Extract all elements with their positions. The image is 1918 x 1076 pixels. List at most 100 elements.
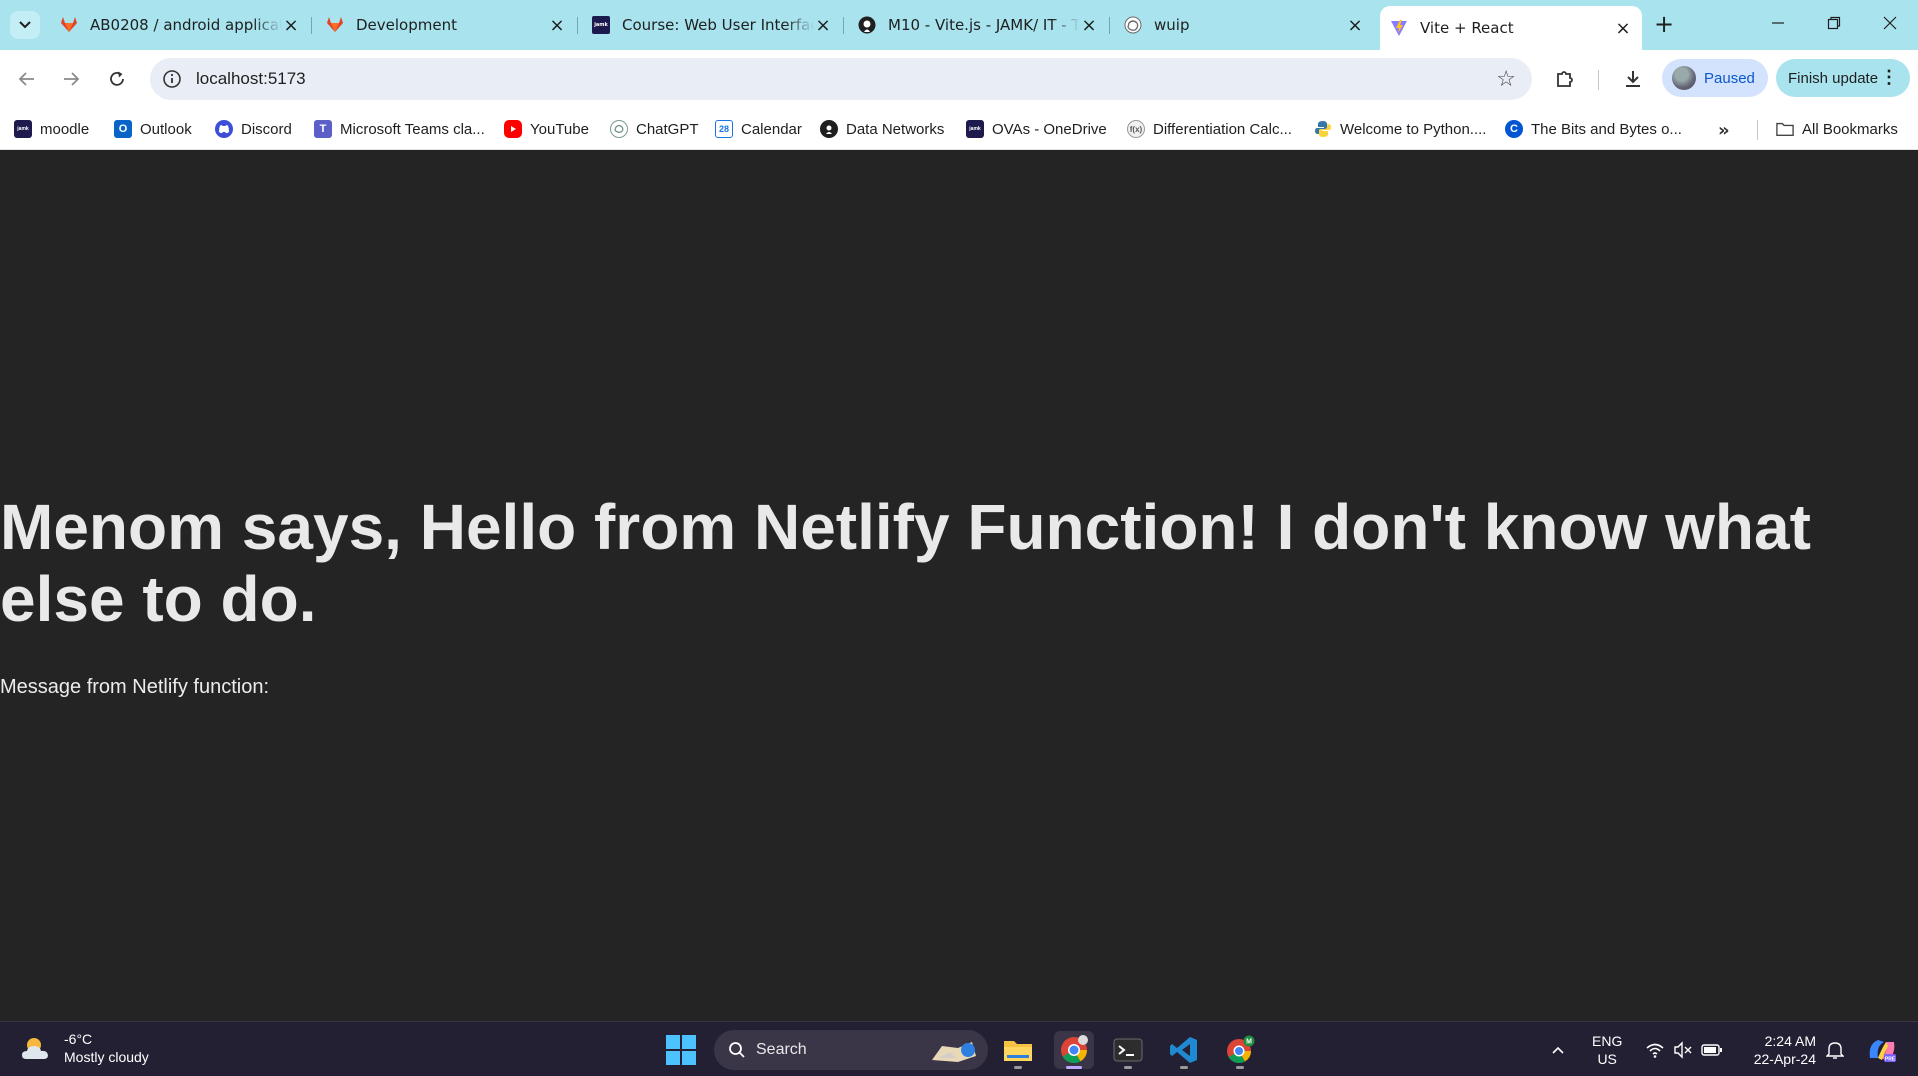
back-button[interactable]: [12, 64, 42, 94]
bookmark-label: Discord: [241, 120, 292, 138]
bookmark-label: Data Networks: [846, 120, 945, 138]
search-icon: [729, 1042, 745, 1058]
running-indicator: [1066, 1066, 1082, 1069]
taskbar-search[interactable]: Search: [714, 1030, 988, 1070]
new-tab-button[interactable]: +: [1650, 12, 1678, 38]
bookmark-star-icon[interactable]: ☆: [1496, 67, 1516, 92]
bookmark-python[interactable]: Welcome to Python....: [1314, 116, 1486, 142]
vscode-icon: [1170, 1037, 1197, 1063]
gitlab-icon: [326, 16, 344, 34]
weather-widget[interactable]: -6°C Mostly cloudy: [20, 1030, 149, 1066]
bookmark-data-networks[interactable]: Data Networks: [820, 116, 944, 142]
tab-vitejs-github[interactable]: M10 - Vite.js - JAMK/ IT - T ×: [848, 8, 1108, 42]
close-icon: [1883, 16, 1897, 30]
profile-button[interactable]: Paused: [1662, 59, 1768, 97]
bookmark-outlook[interactable]: O Outlook: [114, 116, 192, 142]
windows-taskbar: -6°C Mostly cloudy Search M ENG US 2:24 …: [0, 1021, 1918, 1076]
close-window-button[interactable]: [1870, 10, 1910, 38]
all-bookmarks-button[interactable]: All Bookmarks: [1776, 116, 1898, 142]
downloads-button[interactable]: [1618, 64, 1648, 94]
site-info-icon[interactable]: [162, 69, 182, 89]
close-icon[interactable]: ×: [1080, 15, 1098, 36]
teams-icon: T: [314, 120, 332, 138]
close-icon[interactable]: ×: [282, 15, 300, 36]
taskbar-chrome[interactable]: [1054, 1031, 1094, 1069]
show-hidden-icons-button[interactable]: [1550, 1022, 1566, 1076]
more-bookmarks-chevron-icon[interactable]: »: [1718, 120, 1730, 141]
all-bookmarks-label: All Bookmarks: [1802, 120, 1898, 138]
tab-gitlab-development[interactable]: Development ×: [316, 8, 576, 42]
taskbar-terminal[interactable]: [1108, 1031, 1148, 1069]
jamk-icon: jamk: [966, 120, 984, 138]
tab-strip: AB0208 / android applicati × Development…: [0, 0, 1918, 50]
bookmark-ovas-onedrive[interactable]: jamk OVAs - OneDrive: [966, 116, 1107, 142]
bookmark-differentiation-calc[interactable]: f(x) Differentiation Calc...: [1127, 116, 1292, 142]
arrow-left-icon: [18, 72, 34, 86]
discord-icon: [215, 120, 233, 138]
tab-gitlab-android[interactable]: AB0208 / android applicati ×: [50, 8, 310, 42]
restore-button[interactable]: [1814, 10, 1854, 38]
bookmark-label: Welcome to Python....: [1340, 120, 1487, 138]
tab-course-web-ui[interactable]: jamk Course: Web User Interface ×: [582, 8, 842, 42]
close-icon[interactable]: ×: [548, 15, 566, 36]
notifications-button[interactable]: [1826, 1022, 1844, 1076]
menu-kebab-icon[interactable]: ⋮: [1880, 67, 1898, 88]
address-bar[interactable]: localhost:5173 ☆: [150, 58, 1532, 100]
restore-icon: [1827, 16, 1841, 30]
bookmark-discord[interactable]: Discord: [215, 116, 292, 142]
tab-separator: [311, 17, 312, 34]
taskbar-file-explorer[interactable]: [998, 1031, 1038, 1069]
reload-icon: [110, 71, 124, 86]
bookmark-moodle[interactable]: jamk moodle: [14, 116, 89, 142]
copilot-button[interactable]: PRE: [1866, 1022, 1898, 1076]
tab-title: wuip: [1154, 16, 1190, 34]
tab-separator: [577, 17, 578, 34]
tab-vite-react[interactable]: Vite + React ×: [1380, 6, 1642, 50]
chatgpt-icon: [610, 120, 628, 138]
bookmark-teams[interactable]: T Microsoft Teams cla...: [314, 116, 485, 142]
bookmark-calendar[interactable]: 28 Calendar: [715, 116, 802, 142]
page-heading: Menom says, Hello from Netlify Function!…: [0, 491, 1811, 635]
calendar-icon: 28: [715, 120, 733, 138]
close-icon[interactable]: ×: [1614, 18, 1632, 39]
finish-update-button[interactable]: Finish update ⋮: [1776, 59, 1910, 97]
search-highlight-art-icon: [932, 1042, 976, 1062]
volume-muted-icon: [1674, 1040, 1692, 1059]
taskbar-chrome-profile[interactable]: M: [1220, 1031, 1260, 1069]
weather-condition: Mostly cloudy: [64, 1049, 149, 1065]
browser-toolbar: localhost:5173 ☆ Paused Finish update ⋮: [0, 50, 1918, 108]
system-clock[interactable]: 2:24 AM 22-Apr-24: [1746, 1032, 1816, 1068]
forward-button[interactable]: [56, 64, 86, 94]
terminal-icon: [1113, 1038, 1143, 1062]
weather-temperature: -6°C: [64, 1031, 93, 1047]
bookmark-youtube[interactable]: YouTube: [504, 116, 589, 142]
folder-icon: [1776, 120, 1794, 138]
extensions-button[interactable]: [1550, 64, 1580, 94]
bookmark-chatgpt[interactable]: ChatGPT: [610, 116, 699, 142]
tab-wuip[interactable]: wuip ×: [1114, 8, 1374, 42]
close-icon[interactable]: ×: [814, 15, 832, 36]
windows-start-button[interactable]: [666, 1035, 696, 1065]
copilot-icon: PRE: [1869, 1039, 1896, 1062]
notification-bell-icon: [1826, 1041, 1844, 1059]
download-icon: [1626, 71, 1640, 87]
input-language-indicator[interactable]: ENG US: [1592, 1032, 1622, 1068]
address-url[interactable]: localhost:5173: [196, 69, 306, 89]
tab-search-button[interactable]: [10, 11, 40, 39]
taskbar-vscode[interactable]: [1164, 1031, 1204, 1069]
outlook-icon: O: [114, 120, 132, 138]
coursera-icon: C: [1505, 120, 1523, 138]
network-volume-battery-group[interactable]: [1645, 1022, 1723, 1076]
bookmark-bits-and-bytes[interactable]: C The Bits and Bytes o...: [1505, 116, 1682, 142]
minimize-button[interactable]: [1758, 10, 1798, 38]
reload-button[interactable]: [102, 64, 132, 94]
tab-title: M10 - Vite.js - JAMK/ IT - T: [888, 16, 1080, 34]
svg-text:PRE: PRE: [1885, 1056, 1896, 1062]
region-code: US: [1597, 1051, 1617, 1067]
chrome-icon: [1061, 1035, 1088, 1064]
bookmark-label: The Bits and Bytes o...: [1531, 120, 1682, 138]
tab-separator: [1109, 17, 1110, 34]
github-icon: [858, 16, 876, 34]
close-icon[interactable]: ×: [1346, 15, 1364, 36]
bookmark-label: Calendar: [741, 120, 802, 138]
